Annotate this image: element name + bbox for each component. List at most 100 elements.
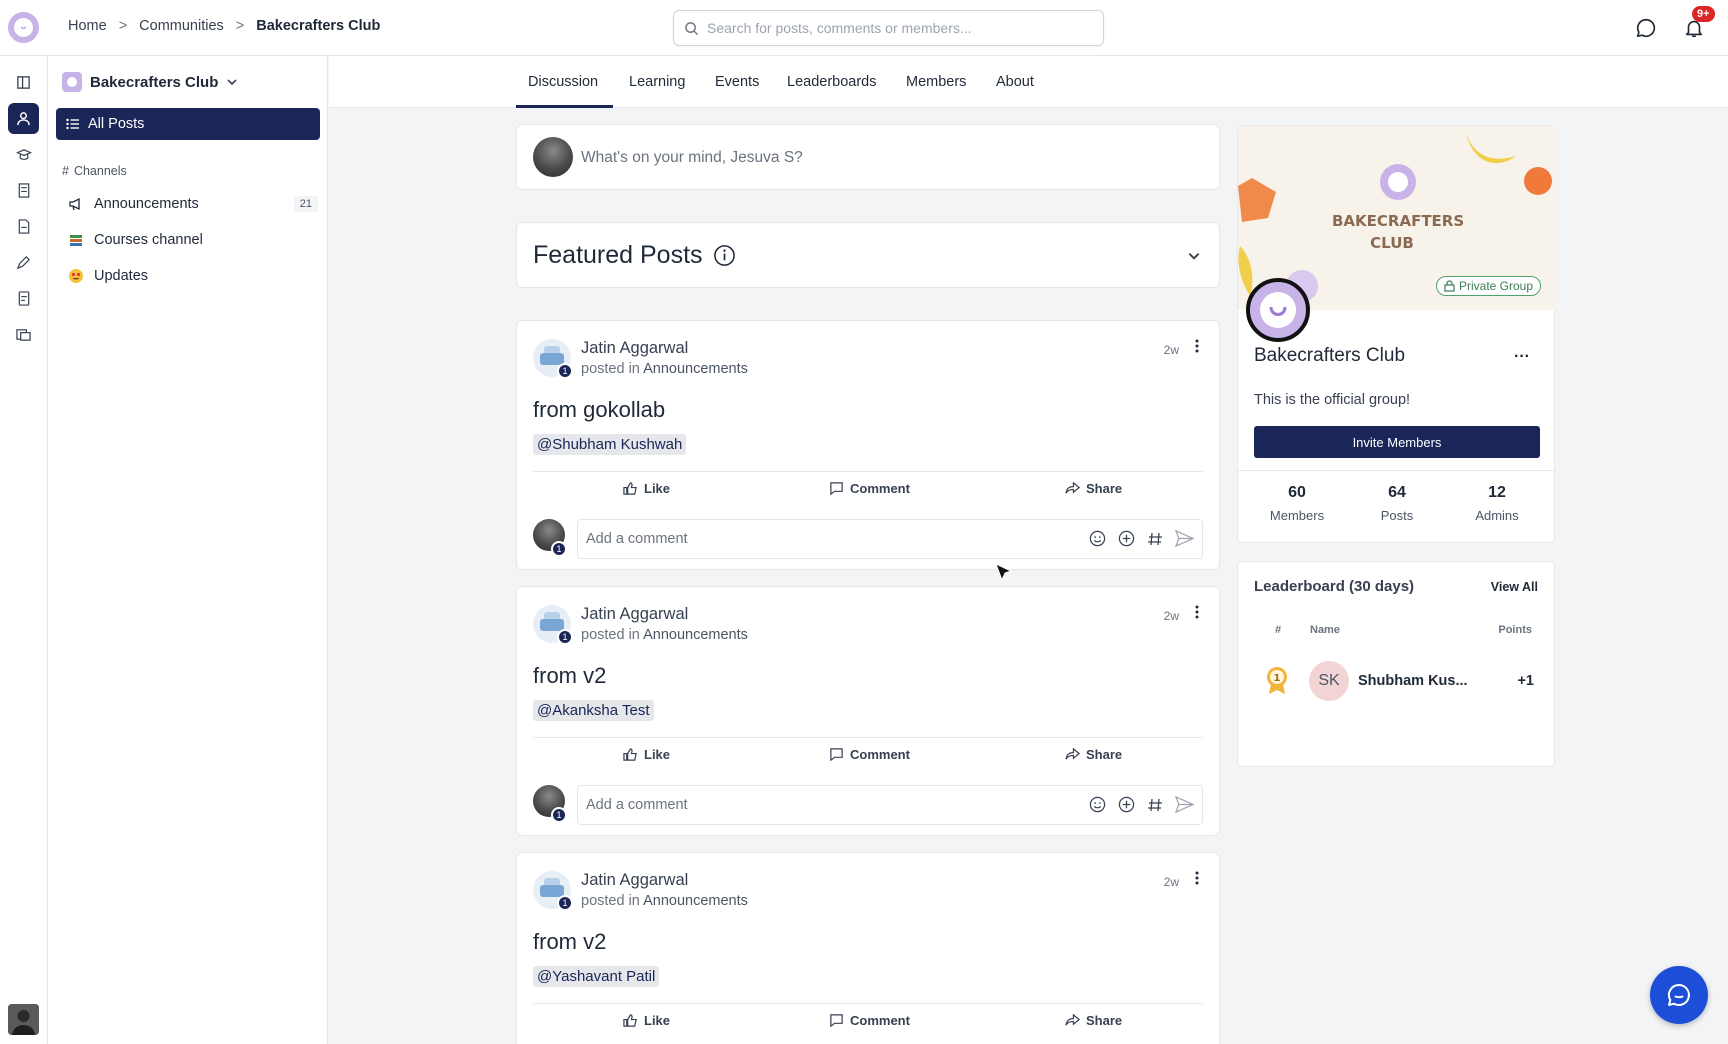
kebab-menu-icon[interactable] <box>1195 605 1199 619</box>
add-attachment-icon[interactable] <box>1118 530 1135 547</box>
mention-tag[interactable]: @Akanksha Test <box>533 700 654 721</box>
tab-about[interactable]: About <box>996 74 1034 90</box>
kebab-menu-icon[interactable] <box>1195 871 1199 885</box>
comment-label: Comment <box>850 747 910 762</box>
rail-pen-icon[interactable] <box>8 247 39 278</box>
share-label: Share <box>1086 747 1123 762</box>
member-avatar: SK <box>1309 661 1349 701</box>
send-icon[interactable] <box>1175 796 1194 813</box>
breadcrumb-home[interactable]: Home <box>68 18 107 34</box>
megaphone-icon <box>68 196 84 212</box>
post-meta: posted in Announcements <box>581 893 748 909</box>
rail-library-icon[interactable] <box>8 319 39 350</box>
post-channel-link[interactable]: Announcements <box>643 893 748 909</box>
comment-button[interactable]: Comment <box>829 747 910 762</box>
post-composer[interactable]: What's on your mind, Jesuva S? <box>516 124 1220 190</box>
composer-placeholder[interactable]: What's on your mind, Jesuva S? <box>581 149 803 167</box>
level-badge: 1 <box>557 363 573 379</box>
share-label: Share <box>1086 481 1123 496</box>
rail-dashboard-icon[interactable] <box>8 67 39 98</box>
support-chat-button[interactable] <box>1650 966 1708 1024</box>
featured-posts-panel: Featured Posts <box>516 222 1220 288</box>
tab-discussion[interactable]: Discussion <box>528 74 598 90</box>
messages-icon[interactable] <box>1633 15 1659 41</box>
like-button[interactable]: Like <box>623 747 670 762</box>
post-meta: posted in Announcements <box>581 361 748 377</box>
hashtag-icon[interactable] <box>1147 531 1163 547</box>
invite-members-button[interactable]: Invite Members <box>1254 426 1540 458</box>
rail-courses-icon[interactable] <box>8 139 39 170</box>
hashtag-icon[interactable] <box>1147 797 1163 813</box>
share-button[interactable]: Share <box>1065 747 1122 762</box>
level-badge: 1 <box>557 895 573 911</box>
comment-box[interactable] <box>577 519 1203 559</box>
posted-in-label: posted in <box>581 893 640 909</box>
share-button[interactable]: Share <box>1065 1013 1122 1028</box>
post-author[interactable]: Jatin Aggarwal <box>581 871 688 890</box>
leaderboard-row[interactable]: 1 SK Shubham Kus... +1 <box>1238 562 1556 768</box>
like-button[interactable]: Like <box>623 1013 670 1028</box>
heart-eyes-emoji-icon <box>68 268 84 284</box>
sidebar-item-announcements[interactable]: Announcements 21 <box>68 190 318 218</box>
emoji-icon[interactable] <box>1089 796 1106 813</box>
rail-reports-icon[interactable] <box>8 283 39 314</box>
comment-label: Comment <box>850 481 910 496</box>
sidebar-item-courses-channel[interactable]: Courses channel <box>68 226 318 254</box>
post-author[interactable]: Jatin Aggarwal <box>581 339 688 358</box>
channel-label: Announcements <box>94 196 199 212</box>
rail-content-icon[interactable] <box>8 175 39 206</box>
comment-button[interactable]: Comment <box>829 481 910 496</box>
add-attachment-icon[interactable] <box>1118 796 1135 813</box>
channel-label: Updates <box>94 268 149 284</box>
tab-leaderboards[interactable]: Leaderboards <box>787 74 877 90</box>
divider <box>533 737 1203 738</box>
info-icon[interactable] <box>713 244 736 267</box>
mouse-cursor-icon <box>995 563 1013 585</box>
app-logo[interactable]: ᵕ <box>8 12 39 43</box>
mention-tag[interactable]: @Shubham Kushwah <box>533 434 687 455</box>
post-title: from gokollab <box>533 397 666 422</box>
send-icon[interactable] <box>1175 530 1194 547</box>
tab-members[interactable]: Members <box>906 74 966 90</box>
comment-icon <box>829 481 844 496</box>
comment-box[interactable] <box>577 785 1203 825</box>
rail-communities-icon[interactable] <box>8 103 39 134</box>
post-author[interactable]: Jatin Aggarwal <box>581 605 688 624</box>
rank-medal-icon: 1 <box>1265 666 1289 696</box>
more-options-icon[interactable]: ··· <box>1514 348 1530 366</box>
thumbs-up-icon <box>623 1013 638 1028</box>
notification-badge: 9+ <box>1692 6 1715 22</box>
post-age: 2w <box>1163 875 1179 889</box>
sidebar-item-updates[interactable]: Updates <box>68 262 318 290</box>
tab-events[interactable]: Events <box>715 74 759 90</box>
comment-input[interactable] <box>586 531 1066 547</box>
rail-document-icon[interactable] <box>8 211 39 242</box>
divider <box>1238 470 1556 471</box>
cover-title: BAKECRAFTERS CLUB <box>1332 210 1464 254</box>
user-avatar[interactable] <box>8 1004 39 1035</box>
post-age: 2w <box>1163 343 1179 357</box>
mention-tag[interactable]: @Yashavant Patil <box>533 966 660 987</box>
sidebar-item-label: All Posts <box>88 116 145 132</box>
comment-input[interactable] <box>586 797 1066 813</box>
sidebar-item-all-posts[interactable]: All Posts <box>56 108 320 140</box>
group-name: Bakecrafters Club <box>1254 345 1406 366</box>
post-card: 1 Jatin Aggarwal posted in Announcements… <box>516 852 1220 1044</box>
post-channel-link[interactable]: Announcements <box>643 627 748 643</box>
post-channel-link[interactable]: Announcements <box>643 361 748 377</box>
share-button[interactable]: Share <box>1065 481 1122 496</box>
like-button[interactable]: Like <box>623 481 670 496</box>
emoji-icon[interactable] <box>1089 530 1106 547</box>
breadcrumb-communities[interactable]: Communities <box>139 18 224 34</box>
tab-learning[interactable]: Learning <box>629 74 685 90</box>
stat-label: Posts <box>1380 508 1414 523</box>
search-bar[interactable] <box>673 10 1104 46</box>
club-switcher[interactable]: Bakecrafters Club <box>62 72 238 92</box>
comment-button[interactable]: Comment <box>829 1013 910 1028</box>
search-input[interactable] <box>707 20 1087 36</box>
chevron-down-icon[interactable] <box>1187 249 1201 263</box>
level-badge: 1 <box>551 807 567 823</box>
kebab-menu-icon[interactable] <box>1195 339 1199 353</box>
stat-admins: 12 Admins <box>1452 484 1542 523</box>
breadcrumb-separator: > <box>118 18 128 34</box>
